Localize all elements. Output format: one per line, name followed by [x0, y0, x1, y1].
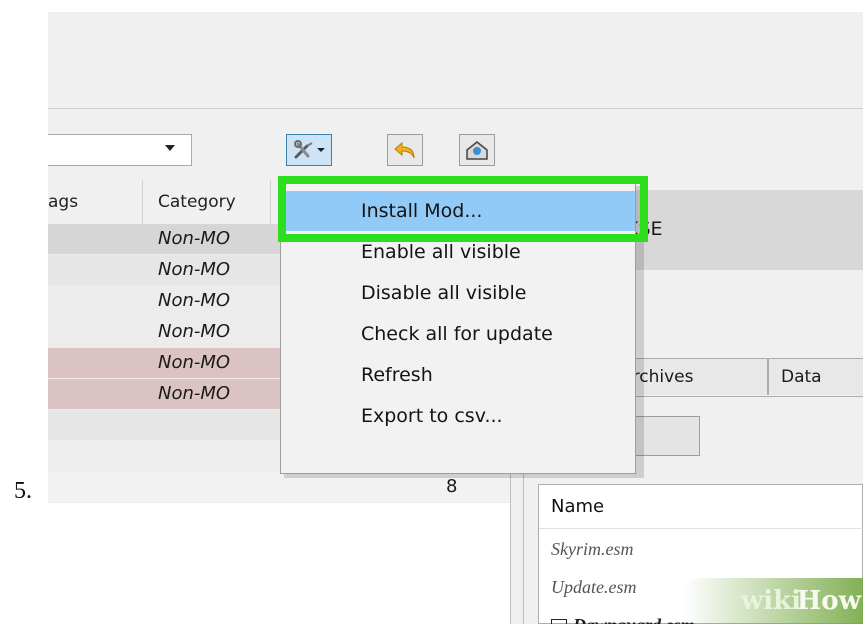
- mod-category: Non-MO: [158, 228, 231, 249]
- tools-button[interactable]: [286, 134, 332, 166]
- step-number: 5.: [14, 478, 32, 504]
- menu-item-disable-all-visible[interactable]: Disable all visible: [281, 273, 635, 313]
- menu-item-check-all-for-update[interactable]: Check all for update: [281, 314, 635, 354]
- undo-button[interactable]: [387, 134, 423, 166]
- tab-data[interactable]: Data: [768, 358, 863, 395]
- column-divider: [142, 180, 143, 224]
- watermark-wiki-text: wiki: [740, 586, 801, 616]
- undo-icon: [394, 141, 415, 159]
- plugin-row[interactable]: Dawnguard.esm: [573, 615, 695, 624]
- mod-category: Non-MO: [158, 383, 231, 404]
- chevron-down-icon: [165, 145, 175, 151]
- menu-item-refresh[interactable]: Refresh: [281, 355, 635, 395]
- install-mod-highlight: [278, 176, 648, 242]
- wikihow-watermark: wiki How: [683, 578, 863, 624]
- column-header-category[interactable]: Category: [158, 180, 236, 224]
- window-header: [48, 12, 863, 109]
- plugin-checkbox[interactable]: [551, 619, 567, 624]
- profile-select[interactable]: [48, 134, 192, 166]
- mod-button[interactable]: [459, 134, 495, 166]
- column-header-tags[interactable]: ags: [48, 180, 78, 224]
- plugin-row[interactable]: Skyrim.esm: [551, 539, 633, 560]
- mod-category: Non-MO: [158, 259, 231, 280]
- tools-icon: [294, 140, 325, 159]
- mod-icon: [466, 141, 488, 160]
- mod-organizer-window: ags Category Non-MO Non-MO Non-MO Non-MO Non…: [48, 12, 863, 624]
- mod-category: Non-MO: [158, 352, 231, 373]
- plugin-list-header[interactable]: Name: [539, 485, 863, 529]
- watermark-how-text: How: [796, 586, 861, 616]
- mod-category: Non-MO: [158, 290, 231, 311]
- plugin-row[interactable]: Update.esm: [551, 577, 636, 598]
- menu-item-export-to-csv[interactable]: Export to csv...: [281, 396, 635, 436]
- column-divider: [270, 180, 271, 224]
- mod-priority: 8: [446, 476, 458, 497]
- mod-category: Non-MO: [158, 321, 231, 342]
